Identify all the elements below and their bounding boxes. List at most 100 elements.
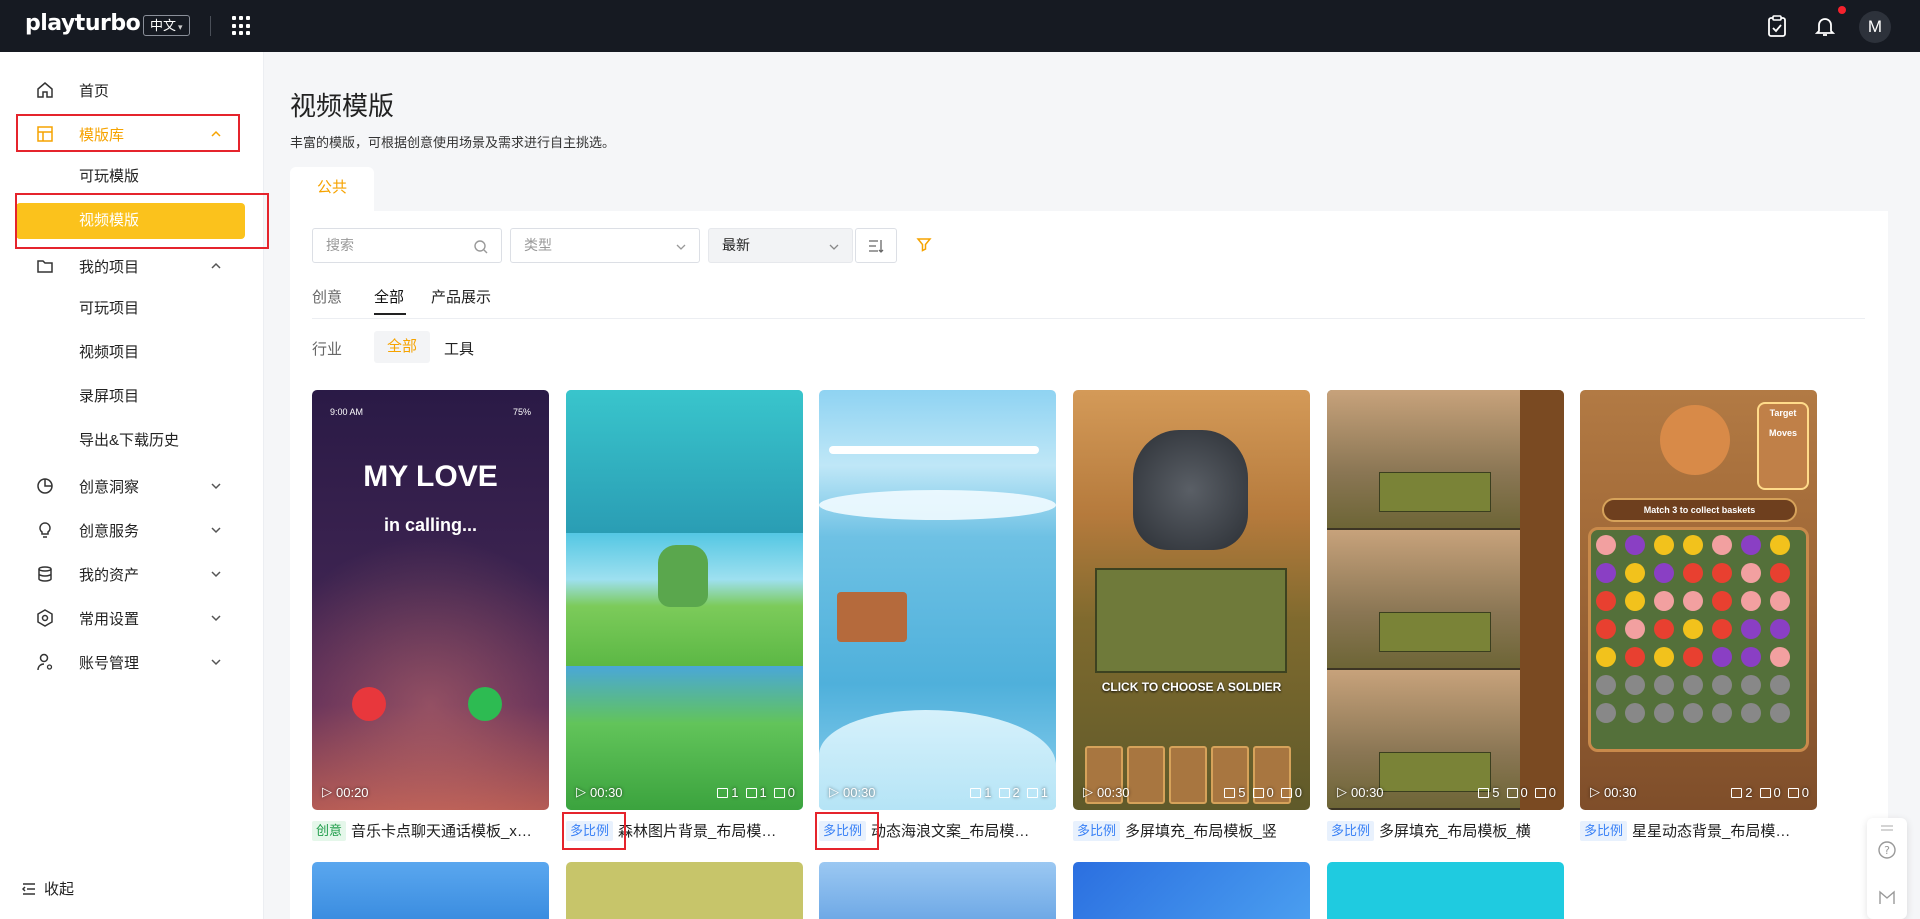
sidebar-item-settings[interactable]: 常用设置 [16, 600, 241, 636]
task-clipboard-icon[interactable] [1761, 10, 1793, 42]
duration: ▷ 00:20 [322, 784, 369, 800]
sidebar-item-template-library[interactable]: 模版库 [16, 116, 241, 152]
divider [210, 16, 211, 36]
card-title: 创意 音乐卡点聊天通话模板_x… [312, 820, 549, 842]
sidebar-item-my-assets[interactable]: 我的资产 [16, 556, 241, 592]
duration: ▷ 00:30 [1590, 784, 1637, 800]
template-thumbnail[interactable]: CLICK TO CHOOSE A SOLDIER ▷ 00:30 5 0 0 [1073, 390, 1310, 810]
image-slot-icon [1252, 787, 1264, 798]
card-title: 多比例 动态海浪文案_布局模… [819, 820, 1056, 842]
target-label: Target [1769, 408, 1797, 418]
sort-order-icon [869, 239, 884, 253]
template-thumbnail[interactable]: ▷ 00:30 1 2 1 [819, 390, 1056, 810]
template-card[interactable]: ▷ 00:30 1 1 0 多比例 森林图片背景_布局模… [566, 390, 803, 841]
tab-public[interactable]: 公共 [290, 167, 374, 212]
template-card[interactable]: ▷ 00:30 5 0 0 多比例 多屏填充_布局模板_横 [1327, 390, 1564, 841]
template-thumbnail[interactable]: 9:00 AM 75% MY LOVE in calling... ▷ 00:20 [312, 390, 549, 810]
photo-slot-icon [1759, 787, 1771, 798]
phone-battery: 75% [512, 407, 531, 417]
home-icon [36, 81, 54, 99]
notification-dot [1838, 6, 1846, 14]
active-tab-indicator [374, 313, 406, 315]
template-card[interactable] [1327, 862, 1564, 919]
duration: ▷ 00:30 [1083, 784, 1130, 800]
sort-select[interactable]: 最新 [708, 228, 853, 263]
text-slot-icon [1026, 787, 1038, 798]
apps-grid-icon[interactable] [232, 16, 252, 36]
gear-icon [36, 609, 54, 627]
template-card[interactable]: 9:00 AM 75% MY LOVE in calling... ▷ 00:20… [312, 390, 549, 841]
divider [312, 318, 1865, 319]
duration: ▷ 00:30 [576, 784, 623, 800]
asset-stats: 1 2 1 [970, 785, 1048, 800]
lightbulb-icon [36, 521, 54, 539]
pie-chart-icon [36, 477, 54, 495]
user-avatar[interactable]: M [1859, 11, 1891, 43]
sidebar-item-my-projects[interactable]: 我的项目 [16, 248, 241, 284]
chevron-up-icon [211, 262, 221, 269]
moves-label: Moves [1768, 428, 1797, 438]
phone-time: 9:00 AM [330, 407, 364, 417]
industry-label: 行业 [312, 341, 343, 358]
play-icon: ▷ [1337, 784, 1347, 799]
sidebar-item-video-project[interactable]: 视频项目 [16, 335, 241, 371]
sidebar-item-account[interactable]: 账号管理 [16, 644, 241, 680]
thumbnail-banner: Match 3 to collect baskets [1602, 498, 1797, 522]
notification-bell-icon[interactable] [1809, 10, 1841, 42]
template-card[interactable]: CLICK TO CHOOSE A SOLDIER ▷ 00:30 5 0 0 多… [1073, 390, 1310, 841]
video-slot-icon [1224, 787, 1236, 798]
top-bar: playturbo 中文 ▾ M [0, 0, 1920, 52]
industry-chip-tool[interactable]: 工具 [444, 338, 474, 359]
image-slot-icon [1506, 787, 1518, 798]
industry-chip-all[interactable]: 全部 [374, 331, 430, 363]
sidebar-item-home[interactable]: 首页 [16, 72, 241, 108]
search-placeholder: 搜索 [326, 237, 354, 253]
accept-call-icon [468, 687, 502, 721]
sidebar-item-creative-insights[interactable]: 创意洞察 [16, 468, 241, 504]
tab-creative[interactable]: 创意 [312, 286, 342, 307]
help-widget[interactable]: ? [1867, 818, 1907, 919]
sidebar-item-label: 可玩项目 [79, 300, 140, 317]
duration: ▷ 00:30 [1337, 784, 1384, 800]
text-slot-icon [1787, 787, 1799, 798]
chevron-down-icon [211, 571, 221, 578]
template-card[interactable] [312, 862, 549, 919]
sidebar-item-label: 导出&下载历史 [79, 432, 180, 449]
sidebar-item-video-template[interactable]: 视频模版 [16, 203, 245, 239]
type-select[interactable]: 类型 [510, 228, 700, 263]
language-label: 中文 [150, 18, 177, 33]
template-thumbnail[interactable]: ▷ 00:30 5 0 0 [1327, 390, 1564, 810]
image-slot-icon [1731, 787, 1743, 798]
chevron-down-icon: ▾ [178, 22, 183, 32]
tab-product-showcase[interactable]: 产品展示 [431, 286, 491, 307]
language-selector[interactable]: 中文 ▾ [143, 15, 190, 36]
sidebar-item-export-history[interactable]: 导出&下载历史 [16, 423, 241, 459]
sidebar-item-playable-template[interactable]: 可玩模版 [16, 159, 241, 195]
search-input[interactable]: 搜索 [312, 228, 502, 263]
template-thumbnail[interactable]: Target Moves Match 3 to collect baskets ▷… [1580, 390, 1817, 810]
template-card[interactable] [566, 862, 803, 919]
tab-all[interactable]: 全部 [374, 286, 404, 307]
sort-order-button[interactable] [855, 228, 897, 263]
sidebar-item-creative-services[interactable]: 创意服务 [16, 512, 241, 548]
template-card[interactable]: ▷ 00:30 1 2 1 多比例 动态海浪文案_布局模… [819, 390, 1056, 841]
asset-stats: 1 1 0 [717, 785, 795, 800]
sidebar-item-playable-project[interactable]: 可玩项目 [16, 291, 241, 327]
thumbnail-headline: MY LOVE [363, 460, 498, 493]
template-card[interactable] [1073, 862, 1310, 919]
video-slot-icon [1478, 787, 1490, 798]
playturbo-logo[interactable]: playturbo [25, 11, 141, 36]
filter-icon[interactable] [916, 236, 932, 252]
sidebar-item-label: 可玩模版 [79, 168, 140, 185]
chevron-down-icon [676, 244, 686, 250]
sidebar-item-label: 创意服务 [79, 522, 140, 540]
collapse-sidebar-button[interactable]: 收起 [22, 878, 74, 899]
page-title: 视频模版 [290, 91, 395, 121]
sidebar-item-recording-project[interactable]: 录屏项目 [16, 379, 241, 415]
template-card[interactable]: Target Moves Match 3 to collect baskets ▷… [1580, 390, 1817, 841]
template-thumbnail[interactable]: ▷ 00:30 1 1 0 [566, 390, 803, 810]
template-card[interactable] [819, 862, 1056, 919]
asset-stats: 5 0 0 [1478, 785, 1556, 800]
sidebar-item-label: 首页 [79, 82, 110, 100]
sidebar-item-label: 录屏项目 [79, 388, 140, 405]
